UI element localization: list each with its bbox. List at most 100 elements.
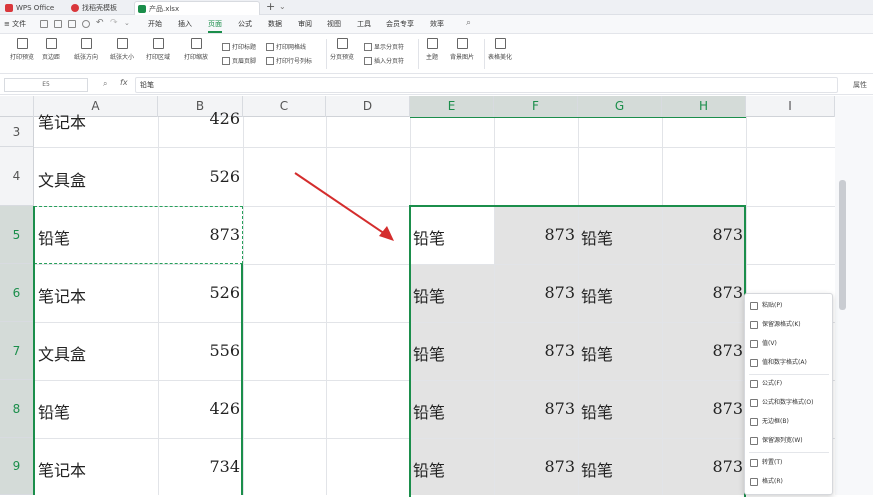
column-header-c[interactable]: C <box>243 96 326 117</box>
menu-item-keep-column-width[interactable]: 保留源列宽(W) <box>750 435 803 447</box>
menu-item-values-number-format[interactable]: 值和数字格式(A) <box>750 357 807 369</box>
menu-item-values[interactable]: 值(V) <box>750 338 777 350</box>
cell-b3[interactable]: 426 <box>160 109 240 128</box>
margins-button[interactable]: 页边距 <box>42 38 60 61</box>
cell-a4[interactable]: 文具盒 <box>38 167 86 191</box>
export-icon[interactable] <box>54 20 62 28</box>
cell-b8[interactable]: 426 <box>160 399 240 418</box>
row-header-6[interactable]: 6 <box>0 264 34 322</box>
quick-access-dropdown-icon[interactable]: ⌄ <box>124 19 130 27</box>
formula-content: 铅笔 <box>140 81 154 89</box>
row-header-9[interactable]: 9 <box>0 438 34 495</box>
vertical-scrollbar-thumb[interactable] <box>839 180 846 310</box>
formula-input[interactable] <box>135 77 838 93</box>
cell-b6[interactable]: 526 <box>160 283 240 302</box>
selection-border <box>33 206 35 495</box>
menu-item-formula[interactable]: 公式(F) <box>750 378 782 390</box>
theme-button[interactable]: 主题 <box>426 38 438 61</box>
preview-icon[interactable] <box>82 20 90 28</box>
menu-data[interactable]: 数据 <box>268 15 282 34</box>
save-icon[interactable] <box>40 20 48 28</box>
theme-icon <box>426 38 438 49</box>
cell-b7[interactable]: 556 <box>160 341 240 360</box>
column-header-d[interactable]: D <box>326 96 410 117</box>
cell-a6[interactable]: 笔记本 <box>38 283 86 307</box>
cell-a7[interactable]: 文具盒 <box>38 341 86 365</box>
menu-review[interactable]: 审阅 <box>298 15 312 34</box>
page-break-preview-button[interactable]: 分页预览 <box>330 38 354 61</box>
menu-formula[interactable]: 公式 <box>238 15 252 34</box>
tab-label: WPS Office <box>16 4 55 12</box>
search-icon[interactable]: ⌕ <box>466 18 471 28</box>
background-image-icon <box>456 38 468 49</box>
selection-border <box>241 264 243 495</box>
print-headings-checkbox[interactable]: 打印行号列标 <box>266 56 312 65</box>
name-box[interactable]: E5 <box>4 78 88 92</box>
row-header-8[interactable]: 8 <box>0 380 34 438</box>
spreadsheet-icon <box>138 5 146 13</box>
print-area-button[interactable]: 打印区域 <box>146 38 170 61</box>
ribbon-divider <box>326 39 327 69</box>
function-icon[interactable]: fx <box>120 78 128 87</box>
column-header-row: A B C D E F G H I <box>0 96 835 117</box>
row-header-7[interactable]: 7 <box>0 322 34 380</box>
print-titles-button[interactable]: 打印标题 <box>222 42 256 51</box>
cell-b9[interactable]: 734 <box>160 457 240 476</box>
undo-icon[interactable]: ↶ <box>96 18 104 28</box>
ribbon-divider <box>484 39 485 69</box>
menu-item-transpose[interactable]: 转置(T) <box>750 457 782 469</box>
select-all-corner[interactable] <box>0 96 34 117</box>
menu-insert[interactable]: 插入 <box>178 15 192 34</box>
wps-logo-icon <box>5 4 13 12</box>
print-icon[interactable] <box>68 20 76 28</box>
zoom-formula-icon[interactable]: ⌕ <box>103 79 107 89</box>
redo-icon[interactable]: ↷ <box>110 18 118 28</box>
menu-start[interactable]: 开始 <box>148 15 162 34</box>
print-preview-button[interactable]: 打印预览 <box>10 38 34 61</box>
column-header-i[interactable]: I <box>746 96 835 117</box>
column-header-f[interactable]: F <box>494 96 578 117</box>
header-footer-button[interactable]: 页眉页脚 <box>222 56 256 65</box>
print-area-icon <box>152 38 164 49</box>
menu-file[interactable]: ≡ 文件 <box>4 15 26 34</box>
menu-page[interactable]: 页面 <box>208 15 222 34</box>
tab-label: 产品.xlsx <box>149 5 180 13</box>
table-beautify-button[interactable]: 表格美化 <box>488 38 512 61</box>
insert-page-break-button[interactable]: 插入分页符 <box>364 56 404 65</box>
new-tab-button[interactable]: + <box>266 0 275 14</box>
column-header-h[interactable]: H <box>662 96 746 117</box>
column-header-e[interactable]: E <box>410 96 494 117</box>
cell-a3[interactable]: 笔记本 <box>38 109 86 133</box>
menu-view[interactable]: 视图 <box>327 15 341 34</box>
tab-wps-office[interactable]: WPS Office <box>2 1 64 15</box>
menu-member[interactable]: 会员专享 <box>386 15 414 34</box>
column-header-g[interactable]: G <box>578 96 662 117</box>
tab-list-dropdown[interactable]: ⌄ <box>279 0 286 14</box>
print-scale-button[interactable]: 打印缩放 <box>184 38 208 61</box>
background-image-button[interactable]: 背景图片 <box>450 38 474 61</box>
menu-tools[interactable]: 工具 <box>357 15 371 34</box>
cell-a8[interactable]: 铅笔 <box>38 399 70 423</box>
formula-icon <box>750 380 758 388</box>
formula-format-icon <box>750 399 758 407</box>
page-break-icon <box>336 38 348 49</box>
cell-a9[interactable]: 笔记本 <box>38 457 86 481</box>
menu-item-paste[interactable]: 粘贴(P) <box>750 300 782 312</box>
menu-item-keep-source-format[interactable]: 保留源格式(K) <box>750 319 801 331</box>
tab-templates[interactable]: 找稻壳模板 <box>68 1 130 15</box>
print-gridlines-checkbox[interactable]: 打印网格线 <box>266 42 306 51</box>
menu-item-formula-number-format[interactable]: 公式和数字格式(O) <box>750 397 813 409</box>
properties-panel-label[interactable]: 属性 <box>853 80 867 90</box>
cell-b4[interactable]: 526 <box>160 167 240 186</box>
row-header-5[interactable]: 5 <box>0 206 34 264</box>
orientation-button[interactable]: 纸张方向 <box>74 38 98 61</box>
paper-size-button[interactable]: 纸张大小 <box>110 38 134 61</box>
tab-product-file[interactable]: 产品.xlsx <box>134 1 260 15</box>
show-page-breaks-checkbox[interactable]: 显示分页符 <box>364 42 404 51</box>
menu-item-no-border[interactable]: 无边框(B) <box>750 416 789 428</box>
row-header-3[interactable]: 3 <box>0 117 34 147</box>
menu-efficiency[interactable]: 效率 <box>430 15 444 34</box>
table-beautify-icon <box>494 38 506 49</box>
row-header-4[interactable]: 4 <box>0 147 34 206</box>
menu-item-format[interactable]: 格式(R) <box>750 476 783 488</box>
